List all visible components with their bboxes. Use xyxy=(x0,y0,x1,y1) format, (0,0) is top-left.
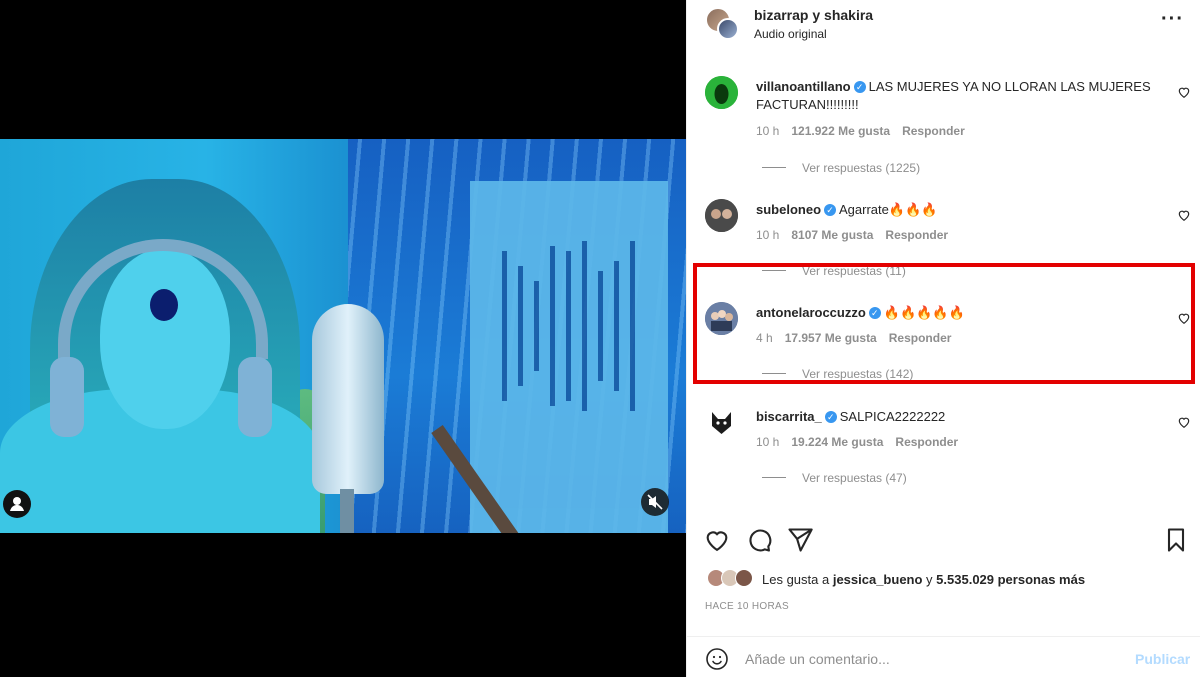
comment-time[interactable]: 10 h xyxy=(756,124,779,138)
likes-others[interactable]: 5.535.029 personas más xyxy=(936,572,1085,587)
heart-icon[interactable] xyxy=(1177,85,1191,102)
view-replies-button[interactable]: Ver respuestas (142) xyxy=(762,367,913,381)
add-comment-bar: Publicar xyxy=(687,636,1200,677)
comment-username[interactable]: biscarrita_ xyxy=(756,409,822,424)
comment-time[interactable]: 4 h xyxy=(756,331,773,345)
liker-username[interactable]: jessica_bueno xyxy=(833,572,923,587)
coauthor-avatar[interactable] xyxy=(717,18,739,40)
view-replies-label: Ver respuestas (142) xyxy=(802,367,914,381)
ellipsis-icon[interactable]: ··· xyxy=(1161,8,1184,31)
heart-icon[interactable] xyxy=(703,526,731,554)
comment-likes[interactable]: 19.224 Me gusta xyxy=(791,435,883,449)
replies-divider xyxy=(762,373,786,374)
likes-connector: y xyxy=(922,572,937,587)
view-replies-button[interactable]: Ver respuestas (47) xyxy=(762,471,907,485)
verified-badge-icon: ✓ xyxy=(868,307,881,319)
speech-bubble-icon[interactable] xyxy=(745,526,773,554)
verified-badge-icon: ✓ xyxy=(824,204,837,216)
microphone-stand xyxy=(340,489,354,533)
post-author[interactable]: bizarrap y shakira xyxy=(754,7,873,23)
replies-divider xyxy=(762,167,786,168)
view-replies-label: Ver respuestas (47) xyxy=(802,471,907,485)
heart-icon[interactable] xyxy=(1177,208,1191,225)
reply-button[interactable]: Responder xyxy=(895,435,958,449)
liker-avatar[interactable] xyxy=(735,569,753,587)
reply-button[interactable]: Responder xyxy=(902,124,965,138)
comment-text: 🔥🔥🔥🔥🔥 xyxy=(883,305,965,320)
post-sidebar: bizarrap y shakira Audio original ··· vi… xyxy=(686,0,1200,677)
audio-label[interactable]: Audio original xyxy=(754,27,827,41)
comment-text: SALPICA2222222 xyxy=(839,409,946,424)
heart-icon[interactable] xyxy=(1177,311,1191,328)
paper-plane-icon[interactable] xyxy=(786,526,814,554)
smiley-icon[interactable] xyxy=(705,647,729,671)
acoustic-panel xyxy=(470,181,668,533)
comment-time[interactable]: 10 h xyxy=(756,435,779,449)
video-frame[interactable] xyxy=(0,139,686,533)
likes-prefix: Les gusta a xyxy=(762,572,833,587)
comment-text: Agarrate🔥🔥🔥 xyxy=(839,202,938,217)
comment-avatar[interactable] xyxy=(705,76,738,109)
bookmark-icon[interactable] xyxy=(1162,526,1190,554)
comment-input[interactable] xyxy=(745,647,1115,671)
post-header: bizarrap y shakira Audio original ··· xyxy=(687,0,1200,52)
muted-speaker-icon[interactable] xyxy=(641,488,669,516)
comment-time[interactable]: 10 h xyxy=(756,228,779,242)
comment-username[interactable]: villanoantillano xyxy=(756,79,851,94)
comment-avatar[interactable] xyxy=(705,199,738,232)
user-icon[interactable] xyxy=(3,490,31,518)
page: bizarrap y shakira Audio original ··· vi… xyxy=(0,0,1200,677)
heart-icon[interactable] xyxy=(1177,415,1191,432)
comment-likes[interactable]: 121.922 Me gusta xyxy=(791,124,890,138)
comment-avatar[interactable] xyxy=(705,302,738,335)
likes-summary: Les gusta a jessica_bueno y 5.535.029 pe… xyxy=(705,569,1185,591)
comment-likes[interactable]: 17.957 Me gusta xyxy=(785,331,877,345)
post-time[interactable]: HACE 10 HORAS xyxy=(705,601,789,612)
studio-microphone xyxy=(312,304,384,494)
verified-badge-icon: ✓ xyxy=(824,411,837,423)
view-replies-label: Ver respuestas (11) xyxy=(802,264,906,278)
comment-username[interactable]: subeloneo xyxy=(756,202,821,217)
reply-button[interactable]: Responder xyxy=(885,228,948,242)
post-media[interactable] xyxy=(0,0,686,677)
reply-button[interactable]: Responder xyxy=(889,331,952,345)
comment-likes[interactable]: 8107 Me gusta xyxy=(791,228,873,242)
action-bar xyxy=(687,520,1200,560)
view-replies-button[interactable]: Ver respuestas (1225) xyxy=(762,161,920,175)
view-replies-label: Ver respuestas (1225) xyxy=(802,161,921,175)
comment-avatar[interactable] xyxy=(705,406,738,439)
replies-divider xyxy=(762,270,786,271)
headphone-left xyxy=(50,357,84,437)
view-replies-button[interactable]: Ver respuestas (11) xyxy=(762,264,906,278)
comment-username[interactable]: antonelaroccuzzo xyxy=(756,305,866,320)
headphone-right xyxy=(238,357,272,437)
publish-button[interactable]: Publicar xyxy=(1135,651,1190,667)
replies-divider xyxy=(762,477,786,478)
likes-text[interactable]: Les gusta a jessica_bueno y 5.535.029 pe… xyxy=(762,572,1085,587)
verified-badge-icon: ✓ xyxy=(853,81,866,93)
